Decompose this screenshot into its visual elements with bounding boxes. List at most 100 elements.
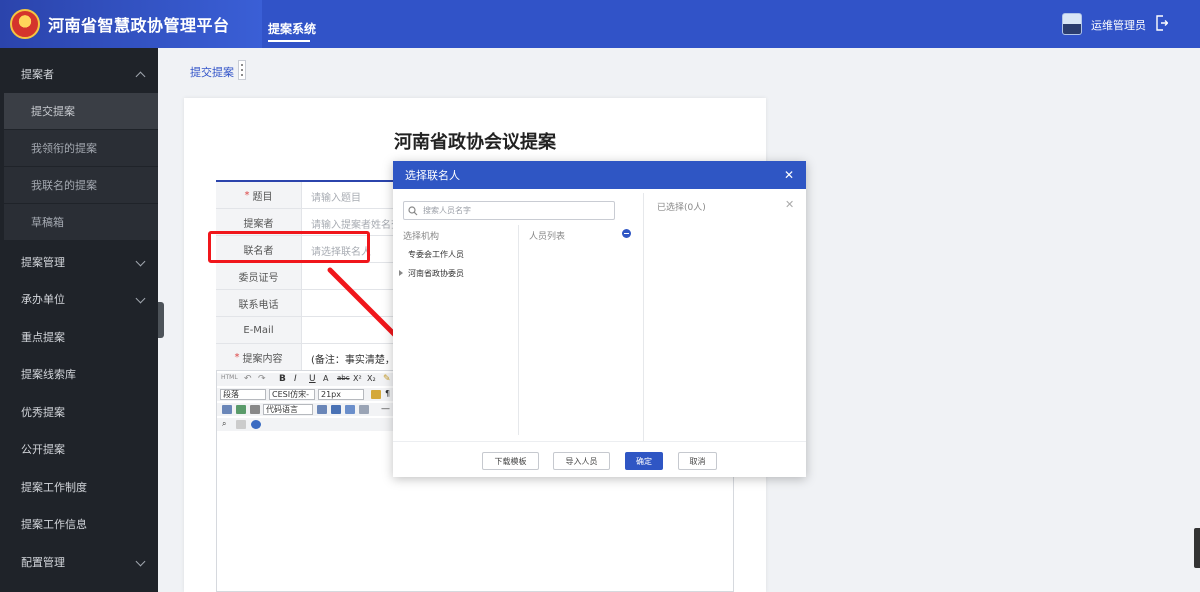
paragraph-mark-icon[interactable]: ¶ bbox=[385, 389, 390, 398]
selected-heading: 已选择(0人) bbox=[657, 203, 706, 213]
close-icon[interactable]: ✕ bbox=[784, 168, 794, 182]
redo-icon[interactable]: ↷ bbox=[258, 374, 266, 384]
chevron-down-icon bbox=[135, 556, 146, 567]
sidebar-item-excellent-proposals[interactable]: 优秀提案 bbox=[0, 394, 158, 430]
sidebar-item-key-proposals[interactable]: 重点提案 bbox=[0, 319, 158, 355]
sidebar-item-handling-units[interactable]: 承办单位 bbox=[0, 281, 158, 317]
sidebar-item-label: 提案工作制度 bbox=[21, 481, 87, 494]
search-replace-icon[interactable]: ⌕ bbox=[222, 419, 226, 429]
person-search[interactable] bbox=[403, 201, 615, 220]
download-template-button[interactable]: 下载模板 bbox=[482, 452, 539, 470]
sidebar-item-public-proposals[interactable]: 公开提案 bbox=[0, 431, 158, 467]
strikethrough-icon[interactable]: abc bbox=[337, 374, 350, 382]
undo-icon[interactable]: ↶ bbox=[244, 374, 252, 384]
chevron-down-icon bbox=[135, 256, 146, 267]
modal-title: 选择联名人 bbox=[405, 169, 460, 182]
emoticon-icon[interactable] bbox=[250, 405, 260, 414]
required-mark: * bbox=[244, 189, 250, 201]
title-input[interactable]: 请输入题目 bbox=[311, 189, 361, 204]
sidebar-item-label: 优秀提案 bbox=[21, 406, 65, 419]
nav-tab-proposal-system[interactable]: 提案系统 bbox=[268, 20, 316, 37]
code-language-select[interactable]: 代码语言 bbox=[263, 404, 313, 415]
confirm-button[interactable]: 确定 bbox=[625, 452, 663, 470]
sidebar-subitem-submit-proposal[interactable]: 提交提案 bbox=[4, 93, 158, 129]
text-color-icon[interactable] bbox=[371, 390, 381, 399]
field-label-text: 提案者 bbox=[243, 218, 274, 230]
field-label-text: 题目 bbox=[252, 191, 273, 203]
superscript-icon[interactable]: X² bbox=[353, 374, 362, 383]
sidebar-collapse-handle[interactable] bbox=[158, 302, 164, 338]
horizontal-rule-icon[interactable]: — bbox=[381, 404, 390, 414]
clear-selection-icon[interactable]: ✕ bbox=[785, 198, 794, 211]
field-label-text: 委员证号 bbox=[238, 272, 279, 284]
italic-icon[interactable]: I bbox=[294, 374, 297, 384]
modal-footer: 下载模板 导入人员 确定 取消 bbox=[393, 441, 806, 477]
template-icon[interactable] bbox=[359, 405, 369, 414]
app-title: 河南省智慧政协管理平台 bbox=[48, 16, 230, 35]
logout-icon[interactable] bbox=[1156, 15, 1168, 31]
attachment-icon[interactable] bbox=[331, 405, 341, 414]
sidebar-item-work-info[interactable]: 提案工作信息 bbox=[0, 506, 158, 542]
field-label-text: 提案内容 bbox=[242, 353, 283, 365]
brand[interactable]: 河南省智慧政协管理平台 bbox=[0, 0, 262, 48]
import-people-button[interactable]: 导入人员 bbox=[553, 452, 610, 470]
top-header: 河南省智慧政协管理平台 提案系统 运维管理员 bbox=[0, 0, 1200, 48]
org-item[interactable]: 专委会工作人员 bbox=[408, 249, 464, 260]
sidebar-item-label: 我联名的提案 bbox=[31, 179, 97, 192]
image-icon[interactable] bbox=[222, 405, 232, 414]
sidebar-item-config[interactable]: 配置管理 bbox=[0, 544, 158, 580]
sidebar-item-label: 我领衔的提案 bbox=[31, 142, 97, 155]
preview-icon[interactable] bbox=[236, 420, 246, 429]
sidebar-subitem-drafts[interactable]: 草稿箱 bbox=[4, 204, 158, 240]
side-widget-handle[interactable] bbox=[1194, 528, 1200, 568]
sidebar-item-proposal-management[interactable]: 提案管理 bbox=[0, 244, 158, 280]
html-source-icon[interactable]: HTML bbox=[221, 374, 238, 381]
field-label-text: E-Mail bbox=[243, 324, 274, 336]
field-label: 委员证号 bbox=[216, 263, 302, 289]
chevron-down-icon bbox=[135, 293, 146, 304]
org-item[interactable]: 河南省政协委员 bbox=[408, 268, 464, 279]
tab-submit-proposal[interactable]: 提交提案 bbox=[190, 64, 234, 80]
cancel-button[interactable]: 取消 bbox=[678, 452, 717, 470]
sidebar-item-label: 提交提案 bbox=[31, 105, 75, 118]
column-divider bbox=[643, 193, 644, 441]
collapse-icon[interactable] bbox=[622, 229, 631, 238]
tab-more-icon[interactable] bbox=[238, 60, 246, 80]
proposer-input[interactable]: 请输入提案者姓名查 bbox=[311, 216, 401, 231]
org-heading: 选择机构 bbox=[403, 232, 440, 242]
user-avatar[interactable] bbox=[1062, 13, 1082, 35]
highlight-box bbox=[208, 231, 370, 263]
modal-header: 选择联名人 ✕ bbox=[393, 161, 806, 189]
sidebar-item-clue-library[interactable]: 提案线索库 bbox=[0, 356, 158, 392]
sidebar-item-proposer[interactable]: 提案者 bbox=[0, 56, 158, 92]
sidebar-subitem-led-proposals[interactable]: 我领衔的提案 bbox=[4, 130, 158, 166]
sidebar-subitem-cosigned-proposals[interactable]: 我联名的提案 bbox=[4, 167, 158, 203]
sidebar-item-label: 公开提案 bbox=[21, 443, 65, 456]
required-mark: * bbox=[234, 351, 240, 363]
subscript-icon[interactable]: X₂ bbox=[367, 374, 376, 383]
table-icon[interactable] bbox=[317, 405, 327, 414]
field-label: * 题目 bbox=[216, 182, 302, 208]
sidebar-item-label: 提案者 bbox=[21, 68, 54, 81]
caret-right-icon[interactable] bbox=[399, 270, 403, 276]
search-icon bbox=[408, 205, 418, 215]
bold-icon[interactable]: B bbox=[279, 374, 286, 384]
paragraph-select[interactable]: 段落 bbox=[220, 389, 266, 400]
format-painter-icon[interactable]: ✎ bbox=[383, 374, 391, 384]
sidebar-item-work-rules[interactable]: 提案工作制度 bbox=[0, 469, 158, 505]
sidebar-item-label: 草稿箱 bbox=[31, 216, 64, 229]
help-icon[interactable] bbox=[251, 420, 261, 429]
sidebar-item-label: 重点提案 bbox=[21, 331, 65, 344]
sidebar-item-label: 提案工作信息 bbox=[21, 518, 87, 531]
font-family-select[interactable]: CESI仿宋- bbox=[269, 389, 315, 400]
search-input[interactable] bbox=[423, 206, 603, 215]
user-name[interactable]: 运维管理员 bbox=[1091, 17, 1146, 33]
insert-image-icon[interactable] bbox=[236, 405, 246, 414]
underline-icon[interactable]: U bbox=[309, 374, 316, 384]
column-divider bbox=[518, 225, 519, 435]
field-label: 联系电话 bbox=[216, 290, 302, 316]
nav-tab-underline bbox=[268, 40, 310, 42]
font-size-select[interactable]: 21px bbox=[318, 389, 364, 400]
map-icon[interactable] bbox=[345, 405, 355, 414]
font-border-icon[interactable]: A bbox=[323, 374, 328, 383]
